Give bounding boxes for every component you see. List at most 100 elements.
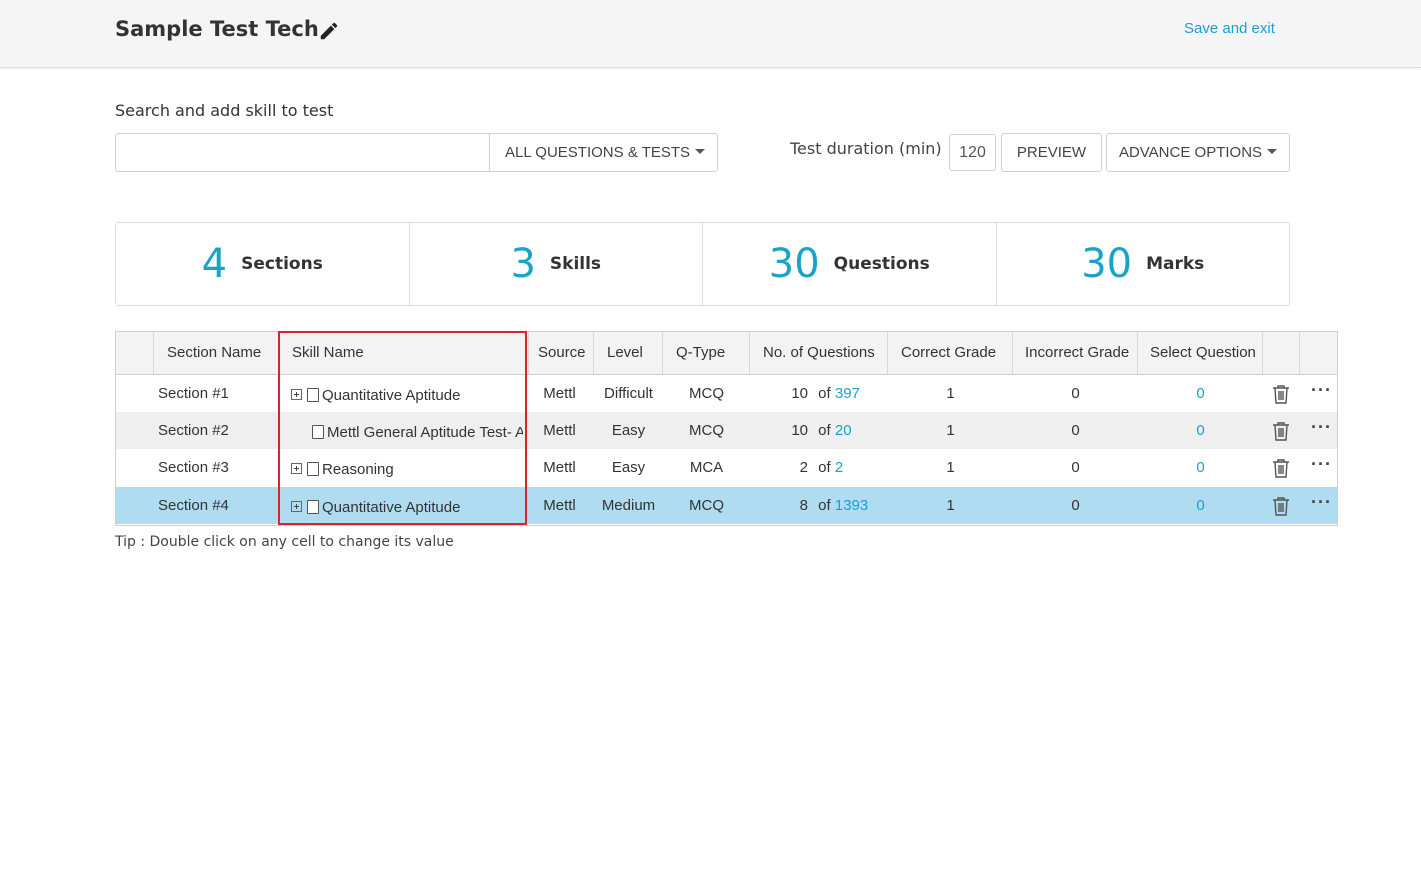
qtype-cell[interactable]: MCQ (663, 487, 750, 524)
level-cell[interactable]: Medium (594, 487, 663, 524)
stat-questions: 30 Questions (703, 223, 997, 305)
questions-count-cell[interactable]: 10 of 397 (750, 375, 888, 412)
questions-count-cell[interactable]: 8 of 1393 (750, 487, 888, 524)
correct-grade-cell[interactable]: 1 (888, 487, 1013, 524)
skill-name-cell[interactable]: Mettl General Aptitude Test- A (312, 412, 523, 449)
header-select-question[interactable]: Select Question (1138, 332, 1263, 374)
qtype-cell[interactable]: MCQ (663, 412, 750, 449)
skill-name-cell[interactable]: Quantitative Aptitude (291, 487, 523, 524)
stat-value: 4 (201, 241, 228, 287)
stat-marks: 30 Marks (997, 223, 1290, 305)
trash-icon[interactable] (1272, 421, 1290, 441)
header-source[interactable]: Source (529, 332, 594, 374)
questions-total-link[interactable]: 397 (835, 385, 860, 402)
trash-icon[interactable] (1272, 458, 1290, 478)
questions-total-link[interactable]: 1393 (835, 497, 868, 514)
document-icon (307, 461, 319, 476)
level-cell[interactable]: Easy (594, 412, 663, 449)
pencil-icon[interactable] (318, 20, 340, 42)
section-name-cell[interactable]: Section #1 (158, 375, 278, 412)
table-row-selected[interactable]: Section #4 Quantitative Aptitude Mettl M… (116, 487, 1337, 524)
source-cell[interactable]: Mettl (529, 487, 590, 524)
questions-count: 8 (799, 497, 808, 514)
incorrect-grade-cell[interactable]: 0 (1013, 375, 1138, 412)
select-question-link[interactable]: 0 (1138, 487, 1263, 524)
section-name-cell[interactable]: Section #4 (158, 487, 278, 524)
more-dots-icon[interactable]: ··· (1311, 375, 1332, 412)
header-skill-name[interactable]: Skill Name (280, 332, 529, 374)
questions-count-cell[interactable]: 2 of 2 (750, 449, 888, 486)
advance-options-button[interactable]: ADVANCE OPTIONS (1106, 133, 1290, 172)
stat-value: 30 (768, 241, 820, 287)
select-question-link[interactable]: 0 (1138, 412, 1263, 449)
stat-sections: 4 Sections (116, 223, 410, 305)
table-row[interactable]: Section #3 Reasoning Mettl Easy MCA 2 of… (116, 449, 1337, 486)
header-more (1300, 332, 1337, 374)
skill-search-input[interactable] (116, 134, 489, 171)
duration-label: Test duration (min) (790, 139, 942, 158)
skill-name-cell[interactable]: Reasoning (291, 449, 523, 486)
questions-total-link[interactable]: 2 (835, 459, 843, 476)
correct-grade-cell[interactable]: 1 (888, 412, 1013, 449)
header-incorrect-grade[interactable]: Incorrect Grade (1013, 332, 1138, 374)
correct-grade-cell[interactable]: 1 (888, 375, 1013, 412)
skill-name-text: Quantitative Aptitude (322, 387, 461, 404)
header-correct-grade[interactable]: Correct Grade (888, 332, 1013, 374)
level-cell[interactable]: Easy (594, 449, 663, 486)
expand-icon[interactable] (291, 501, 302, 513)
document-icon (307, 387, 319, 402)
questions-of-label: of (818, 385, 831, 402)
document-icon (307, 499, 319, 514)
incorrect-grade-cell[interactable]: 0 (1013, 449, 1138, 486)
section-name-cell[interactable]: Section #2 (158, 412, 278, 449)
trash-icon[interactable] (1272, 384, 1290, 404)
stat-label: Marks (1146, 254, 1205, 274)
more-dots-icon[interactable]: ··· (1311, 487, 1332, 524)
table-row[interactable]: Section #1 Quantitative Aptitude Mettl D… (116, 375, 1337, 412)
table-row[interactable]: Section #2 Mettl General Aptitude Test- … (116, 412, 1337, 449)
advance-options-label: ADVANCE OPTIONS (1118, 144, 1263, 161)
header-level[interactable]: Level (594, 332, 663, 374)
questions-count: 2 (799, 459, 808, 476)
header-no-of-questions[interactable]: No. of Questions (750, 332, 888, 374)
questions-of-label: of (818, 459, 831, 476)
correct-grade-cell[interactable]: 1 (888, 449, 1013, 486)
skill-name-cell[interactable]: Quantitative Aptitude (291, 375, 523, 412)
search-label: Search and add skill to test (115, 101, 334, 120)
qtype-cell[interactable]: MCA (663, 449, 750, 486)
save-and-exit-link[interactable]: Save and exit (1184, 20, 1275, 37)
source-cell[interactable]: Mettl (529, 412, 590, 449)
tip-text: Tip : Double click on any cell to change… (115, 534, 454, 550)
qtype-cell[interactable]: MCQ (663, 375, 750, 412)
questions-total-link[interactable]: 20 (835, 422, 852, 439)
more-dots-icon[interactable]: ··· (1311, 412, 1332, 449)
question-filter-dropdown[interactable]: ALL QUESTIONS & TESTS (489, 134, 717, 171)
stat-value: 3 (510, 241, 536, 287)
header-section-name[interactable]: Section Name (154, 332, 280, 374)
questions-count-cell[interactable]: 10 of 20 (750, 412, 888, 449)
more-dots-icon[interactable]: ··· (1311, 449, 1332, 486)
level-cell[interactable]: Difficult (594, 375, 663, 412)
section-name-cell[interactable]: Section #3 (158, 449, 278, 486)
expand-icon[interactable] (291, 463, 302, 475)
header-blank (116, 332, 154, 374)
top-bar: Sample Test Tech Save and exit (0, 0, 1421, 68)
duration-input[interactable]: 120 (949, 134, 996, 171)
select-question-link[interactable]: 0 (1138, 449, 1263, 486)
select-question-link[interactable]: 0 (1138, 375, 1263, 412)
caret-down-icon (695, 148, 706, 154)
table-header: Section Name Skill Name Source Level Q-T… (116, 332, 1337, 375)
header-qtype[interactable]: Q-Type (663, 332, 750, 374)
preview-button[interactable]: PREVIEW (1001, 133, 1102, 172)
question-filter-label: ALL QUESTIONS & TESTS (505, 144, 691, 161)
incorrect-grade-cell[interactable]: 0 (1013, 412, 1138, 449)
incorrect-grade-cell[interactable]: 0 (1013, 487, 1138, 524)
skill-name-text: Mettl General Aptitude Test- A (327, 424, 523, 441)
source-cell[interactable]: Mettl (529, 375, 590, 412)
source-cell[interactable]: Mettl (529, 449, 590, 486)
skill-name-text: Quantitative Aptitude (322, 499, 461, 516)
caret-down-icon (1267, 148, 1278, 154)
page-title: Sample Test Tech (115, 17, 319, 41)
expand-icon[interactable] (291, 389, 302, 401)
trash-icon[interactable] (1272, 496, 1290, 516)
